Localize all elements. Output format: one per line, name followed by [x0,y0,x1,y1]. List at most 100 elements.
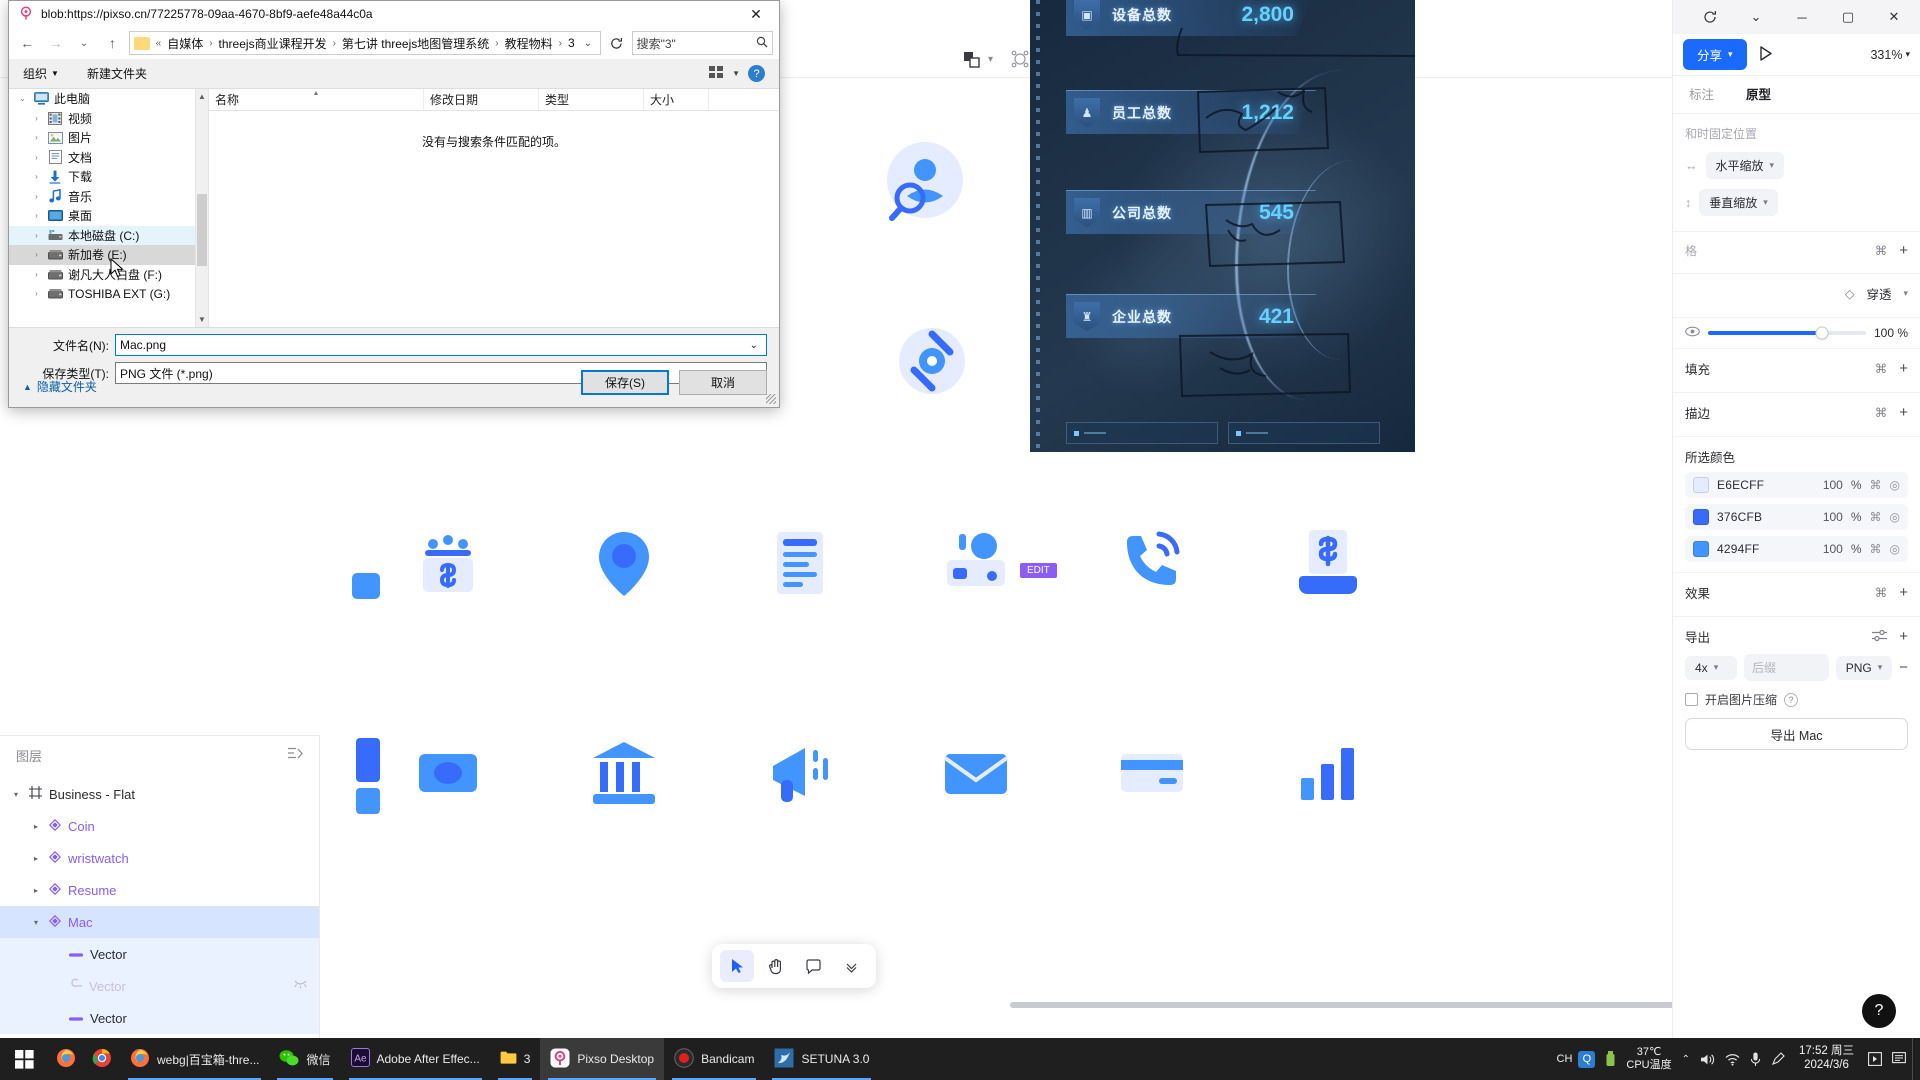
tree-expand-caret-icon[interactable]: › [31,192,42,201]
boolean-ops-icon[interactable] [960,48,982,70]
arrow-right-icon[interactable]: → [43,30,67,56]
show-desktop-button[interactable] [1912,1038,1920,1080]
tree-item[interactable]: › 下载 [9,167,208,187]
color-hex[interactable]: E6ECFF [1717,478,1815,492]
compress-checkbox[interactable] [1685,693,1698,706]
filename-input[interactable]: Mac.png ⌄ [115,334,767,356]
color-row[interactable]: 4294FF 100% ⌘ ◎ [1685,536,1908,562]
taskbar-item-3[interactable]: 3 [490,1038,541,1080]
arrow-left-icon[interactable]: ← [15,30,39,56]
color-opacity[interactable]: 100 [1823,510,1843,524]
breadcrumb[interactable]: « 自媒体 › threejs商业课程开发 › 第七讲 threejs地图管理系… [128,31,602,55]
blend-mode-value[interactable]: 穿透 [1866,284,1891,303]
qq-icon[interactable]: Q [1578,1050,1596,1068]
detach-icon[interactable]: ⌘ [1875,243,1888,258]
scrollbar-thumb[interactable] [197,194,207,266]
horizontal-scale-select[interactable]: 水平缩放 ▾ [1705,152,1785,179]
maximize-icon[interactable]: ▢ [1826,0,1870,34]
comment-icon[interactable] [796,950,830,982]
notes-icon[interactable] [1892,1052,1906,1066]
play-icon[interactable] [1757,45,1774,65]
tree-expand-caret-icon[interactable]: › [31,289,42,298]
scroll-up-icon[interactable]: ▲ [196,89,208,104]
satellite-icon[interactable] [892,316,972,406]
location-pin-icon[interactable] [536,458,712,668]
breadcrumb-item-4[interactable]: 3 [565,35,578,51]
tree-scrollbar[interactable]: ▲ ▼ [195,89,208,327]
column-type[interactable]: 类型 [539,88,644,111]
color-swatch[interactable] [1693,541,1709,557]
zoom-level-control[interactable]: 331% ▾ [1870,48,1910,62]
detach-icon[interactable]: ⌘ [1870,510,1882,524]
tree-item[interactable]: › 音乐 [9,187,208,207]
color-opacity[interactable]: 100 [1823,478,1843,492]
visibility-icon[interactable] [1685,326,1700,340]
resize-grip[interactable] [766,394,776,404]
hidden-eye-icon[interactable] [294,980,307,992]
vertical-scale-select[interactable]: 垂直缩放 ▾ [1699,189,1778,216]
plus-icon[interactable]: + [1899,242,1908,259]
taskbar-item-adobe-after-effec[interactable]: Ae Adobe After Effec... [341,1038,490,1080]
window-chevron-down-icon[interactable]: ⌄ [1734,0,1778,34]
file-list-area[interactable]: ▲ 名称 修改日期 类型 大小 没有与搜索条件匹配的项。 [209,88,779,327]
tree-expand-caret-icon[interactable]: › [31,270,42,279]
color-swatch[interactable] [1693,509,1709,525]
detach-icon[interactable]: ⌘ [1870,478,1882,492]
tab-annotate[interactable]: 标注 [1673,76,1730,114]
zoom-chevron-down-icon[interactable]: ▾ [1905,49,1910,60]
layer-row[interactable]: ▸ wristwatch [0,842,319,874]
envelope-icon[interactable] [888,668,1064,878]
tree-item[interactable]: › 文档 [9,148,208,168]
column-name[interactable]: ▲ 名称 [209,88,424,111]
share-button[interactable]: 分享 ▾ [1683,39,1747,70]
plus-icon[interactable]: + [1899,360,1908,377]
taskbar-item[interactable] [48,1038,84,1080]
detach-icon[interactable]: ⌘ [1875,361,1888,376]
filename-chevron-down-icon[interactable]: ⌄ [746,340,762,351]
detach-icon[interactable]: ⌘ [1870,542,1882,556]
search-input[interactable]: 搜索"3" [631,31,773,55]
export-suffix-input[interactable]: 后缀 [1744,654,1829,681]
new-folder-button[interactable]: 新建文件夹 [87,65,147,82]
taskbar-item-setuna-3-0[interactable]: SETUNA 3.0 [764,1038,879,1080]
tree-item[interactable]: › TOSHIBA EXT (G:) [9,284,208,304]
microphone-icon[interactable] [1750,1052,1761,1067]
minimize-icon[interactable]: ─ [1780,0,1824,34]
clock-widget[interactable]: 17:52 周三 2024/3/6 [1795,1045,1858,1073]
cpu-temperature-widget[interactable]: 37℃ CPU温度 [1626,1046,1671,1071]
opacity-value[interactable]: 100 % [1874,326,1908,340]
taskbar-item[interactable] [84,1038,120,1080]
chevron-down-icon[interactable]: ▾ [1903,288,1908,299]
chevron-up-icon[interactable]: ⌃ [1682,1054,1690,1065]
tree-item[interactable]: ⌄ 此电脑 [9,89,208,109]
plus-icon[interactable]: + [1899,628,1908,645]
export-format-select[interactable]: PNG ▾ [1835,655,1893,680]
taskbar-item-bandicam[interactable]: Bandicam [664,1038,764,1080]
tree-item[interactable]: › 图片 [9,128,208,148]
detach-icon[interactable]: ⌘ [1875,405,1888,420]
taskbar-item-[interactable]: 微信 [269,1038,340,1080]
organize-button[interactable]: 组织 ▼ [23,65,59,82]
layer-expand-caret-icon[interactable]: ▸ [30,854,42,863]
taskbar-item-webg-thre[interactable]: webg|百宝箱-thre... [120,1038,269,1080]
document-lines-icon[interactable] [712,458,888,668]
column-size[interactable]: 大小 [644,88,709,111]
question-icon[interactable]: ? [1784,692,1799,707]
breadcrumb-chevron-down-icon[interactable]: ⌄ [580,38,596,49]
tree-item[interactable]: › 新加卷 (E:) [9,245,208,265]
user-search-icon[interactable] [880,138,970,248]
view-layout-icon[interactable] [709,65,724,82]
windows-start-icon[interactable] [0,1038,48,1080]
tree-expand-caret-icon[interactable]: › [31,133,42,142]
layer-row[interactable]: Vector [0,970,319,1002]
minus-icon[interactable]: − [1899,659,1908,676]
help-fab-button[interactable]: ? [1862,994,1896,1028]
tree-expand-caret-icon[interactable]: › [31,172,42,181]
layer-row[interactable]: Vector [0,1002,319,1034]
color-row[interactable]: E6ECFF 100% ⌘ ◎ [1685,472,1908,498]
export-button[interactable]: 导出 Mac [1685,718,1908,750]
coin-dollar-icon[interactable] [360,458,536,668]
volume-icon[interactable] [1700,1053,1715,1066]
color-hex[interactable]: 376CFB [1717,510,1815,524]
view-chevron-down-icon[interactable]: ▼ [732,69,740,78]
